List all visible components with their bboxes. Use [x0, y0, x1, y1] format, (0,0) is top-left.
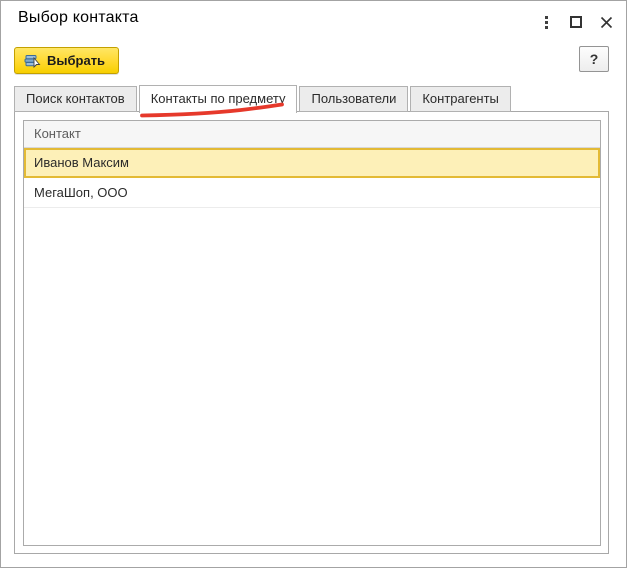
select-button[interactable]: Выбрать [14, 47, 119, 74]
window-controls [534, 11, 618, 33]
tab-contact-search[interactable]: Поиск контактов [14, 86, 137, 112]
tab-contacts-by-subject[interactable]: Контакты по предмету [139, 85, 298, 113]
select-stack-cursor-icon [24, 53, 41, 69]
toolbar: Выбрать ? [1, 45, 626, 77]
more-options-icon [545, 15, 548, 30]
tab-users[interactable]: Пользователи [299, 86, 408, 112]
contacts-table: Контакт Иванов Максим МегаШоп, ООО [23, 120, 601, 546]
select-button-label: Выбрать [47, 53, 105, 68]
close-icon [600, 16, 613, 29]
maximize-button[interactable] [564, 11, 588, 33]
tab-bar: Поиск контактов Контакты по предмету Пол… [14, 85, 513, 112]
tab-page-panel: Контакт Иванов Максим МегаШоп, ООО [14, 111, 609, 554]
titlebar: Выбор контакта [1, 1, 626, 41]
help-button[interactable]: ? [579, 46, 609, 72]
contact-select-dialog: Выбор контакта Выбрать [0, 0, 627, 568]
maximize-icon [570, 16, 582, 28]
window-menu-button[interactable] [534, 11, 558, 33]
window-title: Выбор контакта [18, 9, 139, 27]
table-row[interactable]: Иванов Максим [24, 148, 600, 178]
column-header-contact[interactable]: Контакт [24, 121, 600, 148]
tab-counterparties[interactable]: Контрагенты [410, 86, 511, 112]
table-row[interactable]: МегаШоп, ООО [24, 178, 600, 208]
help-button-label: ? [590, 51, 599, 67]
close-button[interactable] [594, 11, 618, 33]
